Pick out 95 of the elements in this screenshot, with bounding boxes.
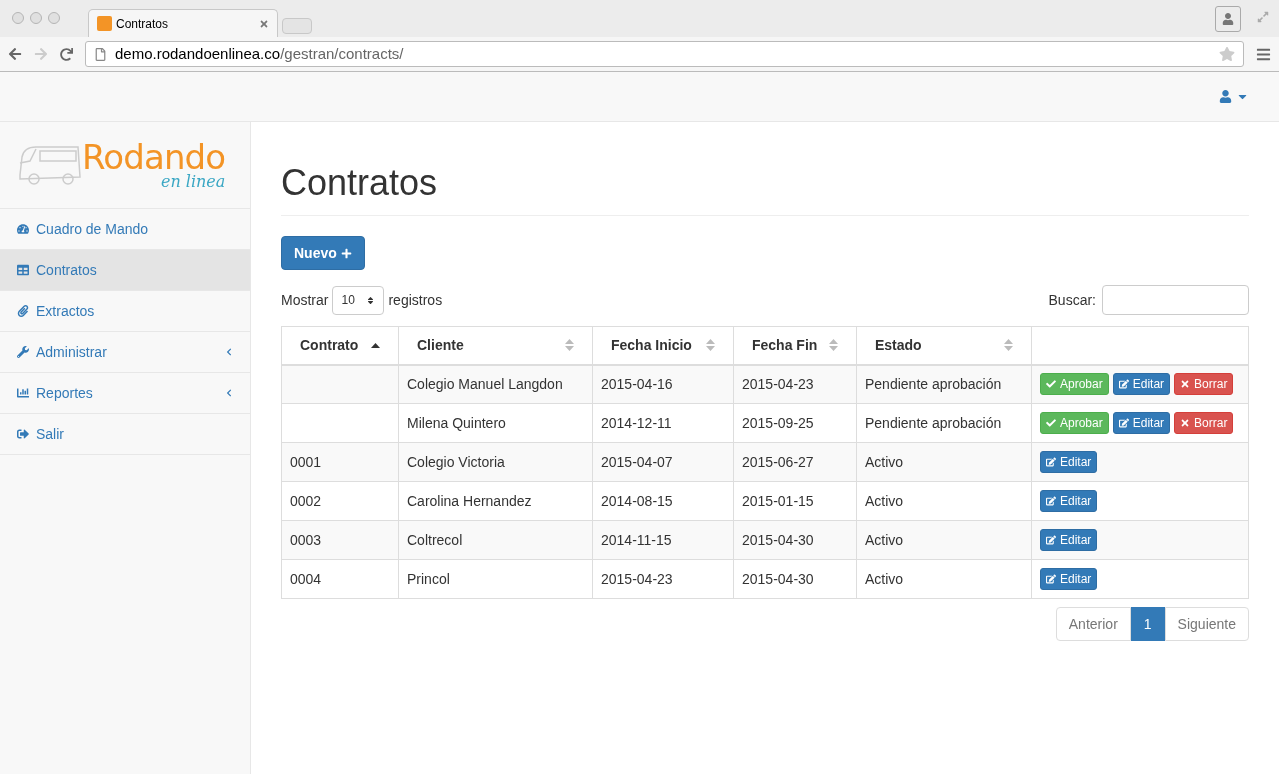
bar-chart-icon xyxy=(17,387,29,399)
tab-title: Contratos xyxy=(116,15,170,33)
search-field[interactable] xyxy=(1102,285,1249,315)
edit-icon xyxy=(1046,535,1056,545)
page-size-select[interactable]: 10 xyxy=(332,285,385,315)
table-cell: 2014-08-15 xyxy=(592,481,734,521)
table-cell: 2015-04-30 xyxy=(733,520,857,560)
search-label: Buscar: xyxy=(1048,290,1096,310)
table-cell: 2015-06-27 xyxy=(733,442,857,482)
records-label: registros xyxy=(388,290,443,310)
new-button[interactable]: Nuevo xyxy=(281,236,365,270)
edit-button[interactable]: Editar xyxy=(1040,529,1098,551)
table-cell: 2014-11-15 xyxy=(592,520,734,560)
wrench-icon xyxy=(17,346,29,358)
table-cell: Activo xyxy=(856,442,1032,482)
url-path: /gestran/contracts/ xyxy=(280,44,404,62)
table-cell: Colegio Victoria xyxy=(398,442,593,482)
reload-icon[interactable] xyxy=(60,47,73,61)
paperclip-icon xyxy=(17,305,29,317)
table-cell: 0002 xyxy=(281,481,399,521)
page-button[interactable]: 1 xyxy=(1130,607,1165,641)
dashboard-icon xyxy=(17,223,29,235)
previous-button[interactable]: Anterior xyxy=(1055,607,1131,641)
forward-icon[interactable] xyxy=(34,47,48,61)
table-cell: Colegio Manuel Langdon xyxy=(398,364,593,404)
edit-button[interactable]: Editar xyxy=(1040,490,1098,512)
edit-icon xyxy=(1118,418,1129,428)
table-cell: Coltrecol xyxy=(398,520,593,560)
page-title: Contratos xyxy=(281,160,1249,216)
edit-icon xyxy=(1118,379,1129,390)
approve-button[interactable]: Aprobar xyxy=(1040,412,1109,434)
site-favicon xyxy=(97,16,112,31)
logo-subtitle: en linea xyxy=(160,174,226,190)
table-cell: Milena Quintero xyxy=(398,403,593,443)
delete-button[interactable]: Borrar xyxy=(1174,412,1234,434)
plus-icon xyxy=(340,247,352,259)
show-label: Mostrar xyxy=(281,290,329,310)
close-icon[interactable] xyxy=(259,18,269,29)
sort-icon xyxy=(366,295,376,305)
table-cell: 2015-04-23 xyxy=(733,364,857,404)
table-cell: Activo xyxy=(856,559,1032,599)
column-header[interactable]: Cliente xyxy=(398,326,593,365)
table-cell: Princol xyxy=(398,559,593,599)
edit-icon xyxy=(1046,496,1056,506)
close-icon xyxy=(1180,379,1191,390)
table-cell: 0003 xyxy=(281,520,399,560)
sign-out-icon xyxy=(17,428,29,440)
browser-tab[interactable]: Contratos xyxy=(88,9,278,37)
table-icon xyxy=(17,264,29,276)
logo-title: Rodando xyxy=(82,140,226,174)
table-cell: 2015-01-15 xyxy=(733,481,857,521)
table-cell: 2015-04-16 xyxy=(592,364,734,404)
next-button[interactable]: Siguiente xyxy=(1164,607,1249,641)
column-header[interactable]: Fecha Fin xyxy=(733,326,857,365)
table-cell: Pendiente aprobación xyxy=(856,364,1032,404)
menu-icon[interactable] xyxy=(1256,46,1271,62)
table-cell: 2015-04-23 xyxy=(592,559,734,599)
table-cell: 2015-09-25 xyxy=(733,403,857,443)
edit-button[interactable]: Editar xyxy=(1112,373,1171,396)
close-icon xyxy=(1180,418,1191,428)
page-icon xyxy=(94,47,107,61)
star-icon[interactable] xyxy=(1219,46,1235,62)
table-cell: Carolina Hernandez xyxy=(398,481,593,521)
sidebar-item[interactable]: Contratos xyxy=(0,250,250,291)
expand-icon[interactable] xyxy=(1257,11,1269,23)
edit-icon xyxy=(1046,574,1056,584)
back-icon[interactable] xyxy=(8,47,22,61)
table-cell: 2015-04-07 xyxy=(592,442,734,482)
column-header[interactable]: Fecha Inicio xyxy=(592,326,734,365)
edit-button[interactable]: Editar xyxy=(1112,412,1171,434)
edit-icon xyxy=(1046,457,1056,467)
edit-button[interactable]: Editar xyxy=(1040,568,1098,590)
column-header[interactable]: Contrato xyxy=(281,326,399,365)
profile-button[interactable] xyxy=(1215,6,1241,32)
check-icon xyxy=(1046,379,1056,390)
table-cell: Activo xyxy=(856,520,1032,560)
table-cell: Pendiente aprobación xyxy=(856,403,1032,443)
delete-button[interactable]: Borrar xyxy=(1174,373,1234,396)
table-cell: Activo xyxy=(856,481,1032,521)
window-control[interactable] xyxy=(48,12,60,24)
window-control[interactable] xyxy=(12,12,24,24)
table-cell: 0004 xyxy=(281,559,399,599)
column-header[interactable]: Estado xyxy=(856,326,1032,365)
edit-button[interactable]: Editar xyxy=(1040,451,1098,473)
check-icon xyxy=(1046,418,1056,428)
user-icon[interactable] xyxy=(1219,90,1232,103)
user-icon xyxy=(1222,13,1234,25)
table-cell: 2015-04-30 xyxy=(733,559,857,599)
address-bar[interactable]: demo.rodandoenlinea.co/gestran/contracts/ xyxy=(85,41,1244,67)
table-cell: 0001 xyxy=(281,442,399,482)
window-control[interactable] xyxy=(30,12,42,24)
new-tab-button[interactable] xyxy=(282,18,312,34)
approve-button[interactable]: Aprobar xyxy=(1040,373,1109,396)
url-host: demo.rodandoenlinea.co xyxy=(115,44,281,62)
table-cell: 2014-12-11 xyxy=(592,403,734,443)
